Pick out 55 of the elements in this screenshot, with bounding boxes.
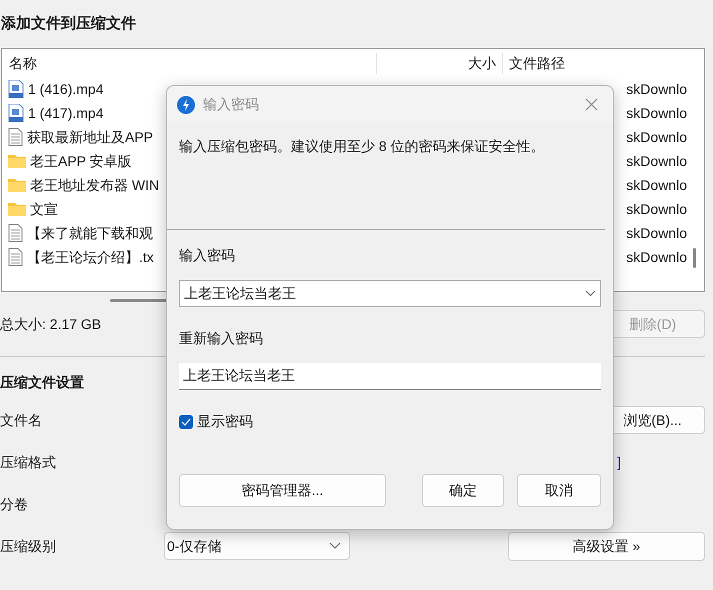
ok-button[interactable]: 确定 xyxy=(422,474,504,507)
file-name: 1 (417).mp4 xyxy=(28,104,104,123)
show-password-checkbox[interactable] xyxy=(179,414,193,428)
level-select[interactable]: 0-仅存储 xyxy=(164,532,350,560)
column-header: 名称 xyxy=(2,52,377,74)
folder-icon xyxy=(8,154,26,168)
field-label: 文件名 xyxy=(0,410,42,430)
file-path: skDownlo xyxy=(626,176,687,192)
close-button[interactable] xyxy=(583,96,599,112)
confirm-password-field[interactable]: 上老王论坛当老王 xyxy=(179,363,601,390)
column-header: 大小 xyxy=(377,52,503,74)
password-combobox[interactable]: 上老王论坛当老王 xyxy=(179,280,601,307)
dialog-title: 输入密码 xyxy=(203,95,259,114)
video-file-icon xyxy=(8,104,24,122)
chevron-down-icon xyxy=(329,542,341,550)
file-path: skDownlo xyxy=(626,200,687,216)
section-title: 压缩文件设置 xyxy=(0,374,84,390)
chevron-down-icon xyxy=(585,290,596,297)
window-title: 添加文件到压缩文件 xyxy=(1,15,136,32)
folder-icon xyxy=(8,178,26,192)
file-path: skDownlo xyxy=(626,104,687,120)
password-manager-button[interactable]: 密码管理器... xyxy=(179,474,386,507)
field-label: 分卷 xyxy=(0,494,28,514)
file-path: skDownlo xyxy=(626,80,687,96)
checkbox-label: 显示密码 xyxy=(197,412,253,431)
lightning-icon xyxy=(177,96,195,114)
dialog-message: 输入压缩包密码。建议使用至少 8 位的密码来保证安全性。 xyxy=(179,138,545,154)
file-name: 老王地址发布器 WIN xyxy=(30,176,160,194)
checkmark-icon xyxy=(181,418,191,426)
field-label: 压缩级别 xyxy=(0,536,57,556)
text-file-icon xyxy=(8,224,23,242)
cancel-button[interactable]: 取消 xyxy=(517,474,601,507)
column-header: 文件路径 xyxy=(508,54,565,72)
folder-icon xyxy=(8,202,26,216)
text-file-icon xyxy=(8,248,23,266)
file-path: skDownlo xyxy=(626,128,687,144)
field-label: 输入密码 xyxy=(179,247,235,263)
advanced-settings-button[interactable]: 高级设置 » xyxy=(508,532,705,560)
text-file-icon xyxy=(8,128,23,146)
file-name: 获取最新地址及APP xyxy=(27,128,154,146)
close-icon xyxy=(584,98,598,111)
field-label: 压缩格式 xyxy=(0,452,56,472)
field-label: 重新输入密码 xyxy=(179,330,263,346)
file-path: skDownlo xyxy=(626,224,687,240)
file-name: 1 (416).mp4 xyxy=(28,80,104,99)
video-file-icon xyxy=(8,80,24,98)
file-name: 文宣 xyxy=(30,200,58,218)
file-name: 老王APP 安卓版 xyxy=(30,152,132,170)
file-name: 【老王论坛介绍】.tx xyxy=(27,248,154,266)
scrollbar[interactable] xyxy=(693,248,696,268)
total-size: 总大小: 2.17 GB xyxy=(0,314,102,334)
file-path: skDownlo xyxy=(626,152,687,168)
file-path: skDownlo xyxy=(626,248,687,264)
format-link[interactable]: ] xyxy=(617,452,621,472)
file-name: 【来了就能下载和观 xyxy=(27,224,153,242)
